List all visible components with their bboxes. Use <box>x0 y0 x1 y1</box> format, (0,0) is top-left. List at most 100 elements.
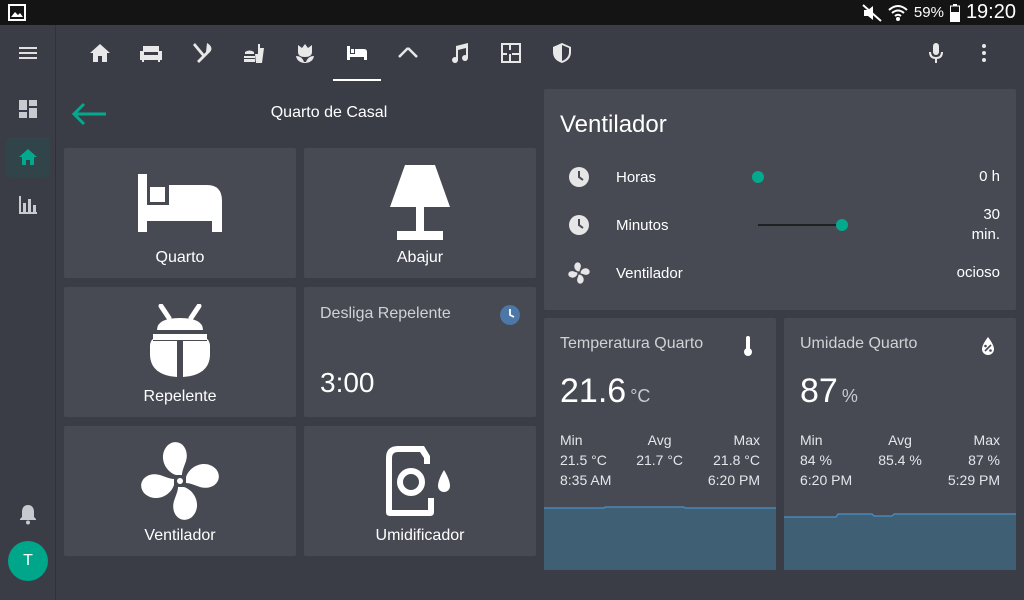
tile-repelente[interactable]: Repelente <box>64 287 296 417</box>
temperature-stats: Min 21.5 °C 8:35 AM Avg 21.7 °C Max 21.8 °C 6… <box>560 430 760 490</box>
temp-min-time: 8:35 AM <box>560 472 612 488</box>
water-percent-icon <box>982 337 994 355</box>
minutos-value-number: 30 <box>983 206 1000 223</box>
tab-floor-plan[interactable] <box>487 25 535 81</box>
temperature-value-wrap: 21.6 °C <box>560 372 650 411</box>
row-minutos[interactable]: Minutos 30 min. <box>560 201 1000 249</box>
tab-home[interactable] <box>76 25 124 81</box>
wifi-icon <box>888 4 908 21</box>
temp-min-label: Min <box>560 432 583 448</box>
hum-avg: 85.4 % <box>878 452 922 468</box>
voice-button[interactable] <box>912 25 960 81</box>
temperature-card[interactable]: Temperatura Quarto 21.6 °C Min 21.5 °C 8:35… <box>544 318 776 570</box>
more-options-button[interactable] <box>960 25 1008 81</box>
home-icon <box>90 44 110 62</box>
row-minutos-value: 30 min. <box>972 205 1000 245</box>
humidity-stats: Min 84 % 6:20 PM Avg 85.4 % Max 87 % 5:29 PM <box>800 430 1000 490</box>
tile-umidificador[interactable]: Umidificador <box>304 426 536 556</box>
bug-icon <box>150 304 210 377</box>
user-initial: T <box>23 552 33 569</box>
row-ventilador[interactable]: Ventilador ocioso <box>560 249 1000 297</box>
bed-icon <box>347 46 367 60</box>
tab-security[interactable] <box>538 25 586 81</box>
chart-icon <box>19 196 37 214</box>
clock-icon <box>569 167 589 187</box>
menu-icon <box>19 47 37 59</box>
humidity-name: Umidade Quarto <box>800 335 918 352</box>
fan-card: Ventilador Horas 0 h Minutos 30 min. Ven… <box>544 89 1016 310</box>
tile-ventilador[interactable]: Ventilador <box>64 426 296 556</box>
temp-avg: 21.7 °C <box>636 452 684 468</box>
home-icon <box>19 149 37 165</box>
fan-icon <box>141 442 219 520</box>
fan-card-title: Ventilador <box>560 111 667 138</box>
tile-timer[interactable]: Desliga Repelente 3:00 <box>304 287 536 417</box>
menu-button[interactable] <box>6 33 50 73</box>
timer-icon <box>500 305 520 325</box>
minutos-value-unit: min. <box>971 226 1000 243</box>
roof-icon <box>398 47 418 58</box>
temp-min: 21.5 °C <box>560 452 607 468</box>
tile-abajur[interactable]: Abajur <box>304 148 536 278</box>
tile-ventilador-label: Ventilador <box>144 527 216 544</box>
row-ventilador-value: ocioso <box>956 264 1000 281</box>
humidity-value: 87 <box>800 372 838 410</box>
hum-max: 87 % <box>968 452 1000 468</box>
row-horas-label: Horas <box>616 168 657 186</box>
lamp-icon <box>390 165 450 240</box>
tile-quarto-label: Quarto <box>155 249 205 266</box>
horas-slider[interactable] <box>752 167 842 187</box>
humidifier-icon <box>386 446 450 516</box>
tab-food[interactable] <box>230 25 278 81</box>
temperature-name: Temperatura Quarto <box>560 335 704 352</box>
sidebar-item-home[interactable] <box>6 137 50 177</box>
food-drink-icon <box>244 44 264 63</box>
notifications-button[interactable] <box>6 494 50 534</box>
minutos-slider-knob[interactable] <box>836 219 848 231</box>
row-horas[interactable]: Horas 0 h <box>560 153 1000 201</box>
tile-abajur-label: Abajur <box>396 249 444 266</box>
tab-living-room[interactable] <box>127 25 175 81</box>
hum-min-time: 6:20 PM <box>800 472 853 488</box>
user-avatar[interactable]: T <box>8 541 48 581</box>
tab-bedroom[interactable] <box>333 25 381 81</box>
hum-max-time: 5:29 PM <box>947 472 1000 488</box>
minutos-slider[interactable] <box>758 215 848 235</box>
temp-avg-label: Avg <box>647 432 672 448</box>
bell-icon <box>20 505 36 525</box>
tab-attic[interactable] <box>384 25 432 81</box>
tile-quarto[interactable]: Quarto <box>64 148 296 278</box>
sidebar-item-overview[interactable] <box>6 89 50 129</box>
tile-repelente-label: Repelente <box>143 388 217 405</box>
floor-plan-icon <box>501 43 521 63</box>
gallery-notification-icon <box>8 4 26 21</box>
sidebar: T <box>0 25 56 600</box>
minutos-slider-track[interactable] <box>758 224 842 226</box>
bed-icon <box>138 174 222 232</box>
humidity-unit: % <box>841 386 858 406</box>
battery-icon <box>949 3 960 22</box>
clock-icon <box>569 215 589 235</box>
fan-icon <box>568 262 590 284</box>
tab-kitchen[interactable] <box>179 25 227 81</box>
sidebar-item-history[interactable] <box>6 185 50 225</box>
dashboard-icon <box>19 100 37 118</box>
horas-slider-knob[interactable] <box>752 171 764 183</box>
row-minutos-label: Minutos <box>616 216 669 234</box>
humidity-card[interactable]: Umidade Quarto 87% Min 84 % 6:20 PM Avg 85.… <box>784 318 1016 570</box>
clock: 19:20 <box>965 1 1016 23</box>
sofa-icon <box>140 46 162 62</box>
humidity-value-wrap: 87% <box>800 372 858 411</box>
tab-music[interactable] <box>435 25 483 81</box>
tab-garden[interactable] <box>281 25 329 81</box>
humidity-graph <box>784 513 1016 570</box>
back-arrow-icon[interactable] <box>70 98 110 130</box>
temperature-value: 21.6 <box>560 372 627 410</box>
status-right: 59% 19:20 <box>862 0 1016 25</box>
hum-min-label: Min <box>800 432 823 448</box>
microphone-icon <box>929 43 943 63</box>
hum-avg-label: Avg <box>888 432 912 448</box>
row-ventilador-label: Ventilador <box>616 264 683 282</box>
tile-umidificador-label: Umidificador <box>375 527 465 544</box>
dots-vertical-icon <box>982 44 986 62</box>
